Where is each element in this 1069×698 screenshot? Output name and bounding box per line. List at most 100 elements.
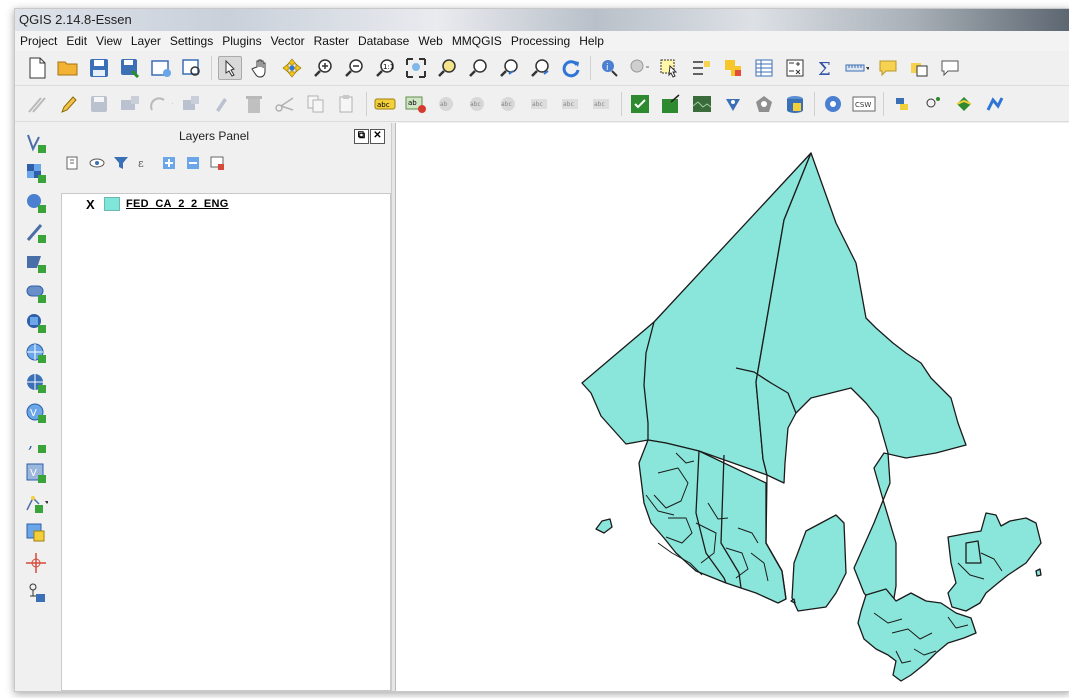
zoom-to-selection-icon[interactable] xyxy=(435,56,459,80)
menu-help[interactable]: Help xyxy=(576,34,610,48)
add-wms-layer-icon[interactable] xyxy=(24,341,48,365)
manage-visibility-icon[interactable] xyxy=(89,155,105,171)
layer-row[interactable]: X FED_CA_2_2_ENG xyxy=(62,196,388,212)
measure-icon[interactable] xyxy=(845,56,869,80)
change-label-icon[interactable]: abc xyxy=(590,92,614,116)
heatmap-icon[interactable] xyxy=(721,92,745,116)
map-canvas[interactable] xyxy=(395,123,1069,691)
trash-icon[interactable] xyxy=(242,92,266,116)
csw-icon[interactable]: CSW xyxy=(852,92,876,116)
plugin2-icon[interactable] xyxy=(952,92,976,116)
menu-edit[interactable]: Edit xyxy=(63,34,93,48)
add-oracle-layer-icon[interactable] xyxy=(24,281,48,305)
add-delimited-text-icon[interactable]: , xyxy=(24,431,48,455)
menu-mmqgis[interactable]: MMQGIS xyxy=(449,34,508,48)
menu-database[interactable]: Database xyxy=(355,34,415,48)
menu-processing[interactable]: Processing xyxy=(508,34,576,48)
statistics-icon[interactable]: Σ xyxy=(814,56,838,80)
text-annotation-icon[interactable] xyxy=(907,56,931,80)
rotate-label-icon[interactable]: abc xyxy=(559,92,583,116)
add-raster-layer-icon[interactable] xyxy=(24,161,48,185)
action-icon[interactable] xyxy=(628,56,652,80)
pan-icon[interactable] xyxy=(249,56,273,80)
add-virtual-layer-icon[interactable]: V xyxy=(24,461,48,485)
open-project-icon[interactable] xyxy=(56,56,80,80)
add-feature-icon[interactable] xyxy=(118,92,142,116)
grass-tools-icon[interactable] xyxy=(659,92,683,116)
copy-icon[interactable] xyxy=(304,92,328,116)
select-by-expression-icon[interactable] xyxy=(721,56,745,80)
zoom-full-icon[interactable] xyxy=(404,56,428,80)
menu-project[interactable]: Project xyxy=(17,34,63,48)
add-db2-layer-icon[interactable] xyxy=(24,311,48,335)
save-project-icon[interactable] xyxy=(87,56,111,80)
select-icon[interactable] xyxy=(659,56,683,80)
menu-plugins[interactable]: Plugins xyxy=(219,34,267,48)
composer-manager-icon[interactable] xyxy=(180,56,204,80)
menu-web[interactable]: Web xyxy=(415,34,448,48)
layer-name[interactable]: FED_CA_2_2_ENG xyxy=(126,198,229,210)
filter-legend-icon[interactable] xyxy=(113,155,129,171)
deselect-icon[interactable] xyxy=(690,56,714,80)
label-abc-icon[interactable]: abc xyxy=(373,92,397,116)
identify-icon[interactable]: i xyxy=(597,56,621,80)
add-mssql-layer-icon[interactable] xyxy=(24,251,48,275)
plugin-icon[interactable] xyxy=(921,92,945,116)
layer-visibility-checkbox[interactable]: X xyxy=(86,198,97,211)
collapse-all-icon[interactable] xyxy=(185,155,201,171)
add-wcs-layer-icon[interactable] xyxy=(24,371,48,395)
menu-settings[interactable]: Settings xyxy=(167,34,219,48)
move-label-icon[interactable]: abc xyxy=(528,92,552,116)
new-shapefile-icon[interactable] xyxy=(24,491,48,515)
pin-labels-icon[interactable]: ab xyxy=(435,92,459,116)
highlight-labels-icon[interactable]: abc xyxy=(466,92,490,116)
zoom-last-icon[interactable] xyxy=(497,56,521,80)
add-postgis-layer-icon[interactable] xyxy=(24,191,48,215)
new-project-icon[interactable] xyxy=(25,56,49,80)
delete-selected-icon[interactable] xyxy=(211,92,235,116)
float-panel-button[interactable]: ⧉ xyxy=(354,129,369,144)
plugin-add-icon[interactable] xyxy=(24,581,48,605)
close-panel-button[interactable]: ✕ xyxy=(370,129,385,144)
db-manager-icon[interactable] xyxy=(783,92,807,116)
refresh-icon[interactable] xyxy=(559,56,583,80)
offline-editing-icon[interactable] xyxy=(24,521,48,545)
paste-icon[interactable] xyxy=(335,92,359,116)
html-annotation-icon[interactable] xyxy=(938,56,962,80)
zoom-in-icon[interactable] xyxy=(311,56,335,80)
move-feature-icon[interactable] xyxy=(149,92,173,116)
touch-zoom-icon[interactable] xyxy=(218,56,242,80)
zoom-out-icon[interactable] xyxy=(342,56,366,80)
zoom-to-layer-icon[interactable] xyxy=(466,56,490,80)
annotation-icon[interactable] xyxy=(876,56,900,80)
toggle-editing-icon[interactable] xyxy=(56,92,80,116)
current-edits-icon[interactable] xyxy=(25,92,49,116)
menu-view[interactable]: View xyxy=(93,34,128,48)
metasearch-icon[interactable] xyxy=(821,92,845,116)
cut-icon[interactable] xyxy=(273,92,297,116)
remove-layer-icon[interactable] xyxy=(209,155,225,171)
add-vector-layer-icon[interactable] xyxy=(24,131,48,155)
menu-vector[interactable]: Vector xyxy=(268,34,311,48)
filter-by-expression-icon[interactable]: ε xyxy=(137,155,153,171)
attribute-table-icon[interactable] xyxy=(752,56,776,80)
add-wfs-layer-icon[interactable]: V xyxy=(24,401,48,425)
layer-labeling-icon[interactable]: ab xyxy=(404,92,428,116)
show-hide-labels-icon[interactable]: abc xyxy=(497,92,521,116)
open-layer-styling-icon[interactable] xyxy=(65,155,81,171)
zoom-next-icon[interactable] xyxy=(528,56,552,80)
zoom-native-icon[interactable]: 1:1 xyxy=(373,56,397,80)
georeferencer-icon[interactable] xyxy=(690,92,714,116)
menu-raster[interactable]: Raster xyxy=(311,34,355,48)
save-edits-icon[interactable] xyxy=(87,92,111,116)
grass-icon[interactable] xyxy=(628,92,652,116)
add-spatialite-layer-icon[interactable] xyxy=(24,221,48,245)
menu-layer[interactable]: Layer xyxy=(128,34,167,48)
field-calculator-icon[interactable] xyxy=(783,56,807,80)
coordinate-capture-icon[interactable] xyxy=(752,92,776,116)
plugin3-icon[interactable] xyxy=(983,92,1007,116)
save-as-icon[interactable] xyxy=(118,56,142,80)
python-icon[interactable] xyxy=(890,92,914,116)
new-print-composer-icon[interactable] xyxy=(149,56,173,80)
coordinate-capture-tool-icon[interactable] xyxy=(24,551,48,575)
